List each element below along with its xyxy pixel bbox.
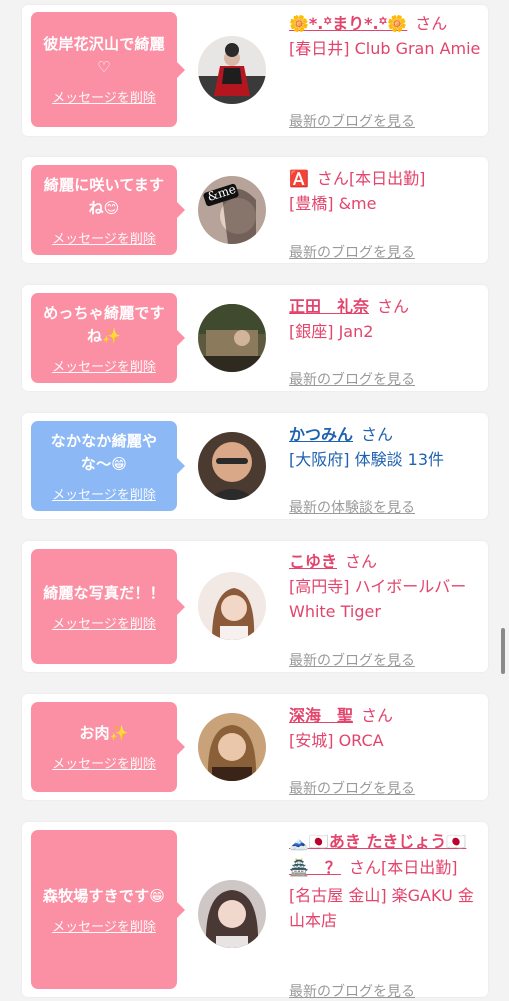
honorific: さん — [316, 169, 349, 188]
avatar[interactable] — [198, 713, 266, 781]
honorific: さん — [361, 706, 394, 725]
latest-review-link[interactable]: 最新の体験談を見る — [289, 497, 415, 517]
scrollbar[interactable] — [501, 628, 505, 674]
sender-detail: [安城] ORCA — [289, 731, 384, 750]
latest-blog-link[interactable]: 最新のブログを見る — [289, 369, 415, 389]
list-item: めっちゃ綺麗ですね✨ メッセージを削除 正田 礼奈 さん [銀座] Jan2 最新… — [22, 285, 488, 391]
latest-blog-link[interactable]: 最新のブログを見る — [289, 242, 415, 262]
honorific: さん — [377, 297, 410, 316]
message-text: 彼岸花沢山で綺麗♡ — [43, 35, 165, 76]
sender-info: こゆき さん [高円寺] ハイボールバー White Tiger 最新のブログを見… — [289, 549, 484, 669]
delete-message-link[interactable]: メッセージを削除 — [52, 87, 156, 106]
message-bubble: めっちゃ綺麗ですね✨ メッセージを削除 — [31, 293, 185, 383]
latest-blog-link[interactable]: 最新のブログを見る — [289, 981, 415, 1001]
avatar[interactable]: &me — [198, 176, 266, 244]
message-text: めっちゃ綺麗ですね✨ — [43, 303, 165, 345]
delete-message-link[interactable]: メッセージを削除 — [52, 484, 156, 503]
honorific: さん — [361, 425, 394, 444]
sender-info: 🌼*.꙳まり*.꙳🌼 さん [春日井] Club Gran Amie 最新のブログ… — [289, 11, 484, 130]
list-item: 彼岸花沢山で綺麗♡ メッセージを削除 🌼*.꙳まり*.꙳🌼 さん [春日井] Cl… — [22, 5, 488, 136]
message-text: なかなか綺麗やな〜😁 — [50, 431, 158, 473]
avatar[interactable] — [198, 880, 266, 948]
sender-name[interactable]: 深海 聖 — [289, 706, 353, 725]
latest-blog-link[interactable]: 最新のブログを見る — [289, 650, 415, 670]
sender-detail: [高円寺] ハイボールバー White Tiger — [289, 577, 467, 621]
message-text: 綺麗な写真だ！！ — [43, 583, 165, 602]
latest-blog-link[interactable]: 最新のブログを見る — [289, 778, 415, 798]
message-bubble: お肉✨ メッセージを削除 — [31, 702, 185, 792]
avatar[interactable] — [198, 432, 266, 500]
sender-info: 🅰️ さん[本日出勤] [豊橋] &me 最新のブログを見る — [289, 166, 484, 261]
delete-message-link[interactable]: メッセージを削除 — [52, 356, 156, 375]
status-badge: [本日出勤] — [348, 169, 426, 188]
sender-name[interactable]: 🅰️ — [289, 169, 309, 188]
message-text: 綺麗に咲いてますね😊 — [43, 175, 165, 217]
delete-message-link[interactable]: メッセージを削除 — [52, 916, 156, 935]
list-item: 綺麗に咲いてますね😊 メッセージを削除 &me 🅰️ さん[本日出勤] [豊橋] … — [22, 157, 488, 263]
delete-message-link[interactable]: メッセージを削除 — [52, 228, 156, 247]
sender-detail: [名古屋 金山] 楽GAKU 金山本店 — [289, 886, 474, 930]
honorific: さん — [348, 858, 381, 877]
sender-detail: [豊橋] &me — [289, 194, 377, 213]
sender-name[interactable]: 正田 礼奈 — [289, 297, 369, 316]
message-bubble: なかなか綺麗やな〜😁 メッセージを削除 — [31, 421, 185, 511]
sender-detail: [銀座] Jan2 — [289, 322, 374, 341]
list-item: なかなか綺麗やな〜😁 メッセージを削除 かつみん さん [大阪府] 体験談 13件… — [22, 413, 488, 519]
message-bubble: 森牧場すきです😁 メッセージを削除 — [31, 830, 185, 989]
sender-detail: [大阪府] 体験談 13件 — [289, 450, 445, 469]
message-text: 森牧場すきです😁 — [42, 886, 166, 905]
honorific: さん — [345, 552, 378, 571]
sender-name[interactable]: かつみん — [289, 425, 353, 444]
list-item: お肉✨ メッセージを削除 深海 聖さん [安城] ORCA 最新のブログを見る — [22, 694, 488, 800]
sender-name[interactable]: こゆき — [289, 552, 337, 571]
delete-message-link[interactable]: メッセージを削除 — [52, 613, 156, 632]
message-bubble: 綺麗に咲いてますね😊 メッセージを削除 — [31, 165, 185, 255]
message-bubble: 彼岸花沢山で綺麗♡ メッセージを削除 — [31, 12, 185, 127]
delete-message-link[interactable]: メッセージを削除 — [52, 753, 156, 772]
sender-info: かつみん さん [大阪府] 体験談 13件 最新の体験談を見る — [289, 422, 484, 516]
avatar[interactable] — [198, 36, 266, 104]
sender-name[interactable]: 🌼*.꙳まり*.꙳🌼 — [289, 14, 407, 33]
message-bubble: 綺麗な写真だ！！ メッセージを削除 — [31, 549, 185, 664]
sender-info: 深海 聖さん [安城] ORCA 最新のブログを見る — [289, 703, 484, 797]
honorific: さん — [415, 14, 448, 33]
avatar[interactable] — [198, 304, 266, 372]
sender-detail: [春日井] Club Gran Amie — [289, 39, 481, 58]
sender-info: 正田 礼奈 さん [銀座] Jan2 最新のブログを見る — [289, 294, 484, 388]
status-badge: [本日出勤] — [380, 858, 458, 877]
latest-blog-link[interactable]: 最新のブログを見る — [289, 111, 415, 131]
sender-info: 🗻🇯🇵あき たきじょう🇯🇵🏯 ？さん[本日出勤] [名古屋 金山] 楽GAKU … — [289, 829, 484, 1000]
message-text: お肉✨ — [79, 724, 129, 742]
avatar[interactable] — [198, 572, 266, 640]
list-item: 森牧場すきです😁 メッセージを削除 🗻🇯🇵あき たきじょう🇯🇵🏯 ？さん[本日出… — [22, 822, 488, 1000]
list-item: 綺麗な写真だ！！ メッセージを削除 こゆき さん [高円寺] ハイボールバー Wh… — [22, 541, 488, 672]
